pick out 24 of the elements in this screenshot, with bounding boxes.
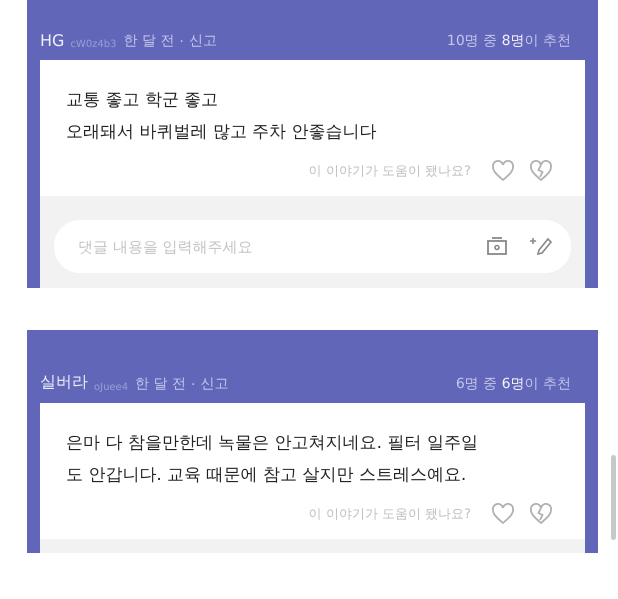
recommend-count: 10명 중 8명이 추천 [446, 32, 571, 50]
helpful-question: 이 이야기가 도움이 됐나요? [308, 506, 471, 523]
separator-dot: · [179, 34, 184, 50]
heart-icon[interactable] [491, 160, 515, 182]
review-text: 교통 좋고 학군 좋고 오래돼서 바퀴벌레 많고 주차 안좋습니다 [66, 89, 378, 144]
user-id: cW0z4b3 [70, 39, 117, 50]
separator-dot: · [190, 377, 196, 393]
add-pencil-icon[interactable] [529, 235, 553, 257]
comment-field[interactable]: 댓글 내용을 입력해주세요 [54, 220, 571, 273]
helpful-question: 이 이야기가 도움이 됐나요? [308, 163, 471, 180]
recommend-count: 6명 중 6명이 추천 [456, 375, 571, 393]
user-id: oJuee4 [94, 382, 128, 393]
scrollbar-thumb[interactable] [611, 455, 616, 540]
author-name: 실버라 [40, 372, 88, 393]
author-name: HG [40, 31, 64, 50]
broken-heart-icon[interactable] [529, 160, 553, 182]
report-link[interactable]: 신고 [188, 32, 217, 50]
post-time: 한 달 전 [135, 375, 186, 393]
review-text: 은마 다 참을만한데 녹물은 안고쳐지네요. 필터 일주일 도 안갑니다. 교육 때문에 참고 살지만 스트레스예요. [66, 432, 479, 487]
report-link[interactable]: 신고 [200, 375, 228, 393]
heart-icon[interactable] [491, 503, 515, 525]
broken-heart-icon[interactable] [529, 503, 553, 525]
camera-icon[interactable] [485, 235, 509, 257]
post-time: 한 달 전 [124, 32, 174, 50]
